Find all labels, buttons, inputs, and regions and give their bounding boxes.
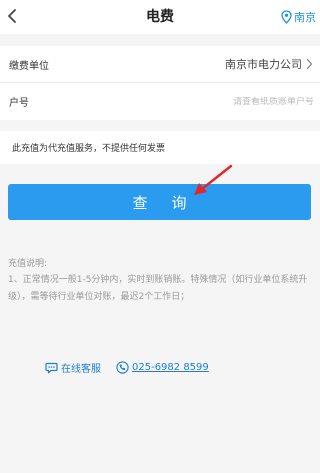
account-label: 户号 [9,98,29,109]
account-row: 户号 [0,83,320,120]
unit-label: 缴费单位 [9,60,49,72]
online-service-label: 在线客服 [61,363,101,375]
account-input[interactable] [164,96,314,107]
chevron-right-icon [306,58,313,70]
query-button[interactable]: 查询 [8,184,311,220]
phone-icon [116,360,129,374]
tips-text: 1、正常情况一般1-5分钟内，实时到账销账。特殊情况（如行业单位系统升级），需等… [8,275,308,302]
invoice-notice: 此充值为代充值服务，不提供任何发票 [0,131,320,164]
page-title: 电费 [146,9,174,25]
unit-value: 南京市电力公司 [225,58,302,71]
online-service-link[interactable]: 在线客服 [45,359,101,375]
payment-form: 缴费单位 南京市电力公司 户号 [0,46,320,120]
city-label: 南京 [294,11,316,24]
notice-text: 此充值为代充值服务，不提供任何发票 [12,144,166,154]
city-selector[interactable]: 南京 [281,9,316,25]
tips-title: 充值说明: [8,259,48,269]
location-pin-icon [281,10,292,24]
chat-bubble-icon [45,362,58,373]
phone-link[interactable]: 025-6982 8599 [116,359,209,375]
chevron-left-icon[interactable] [2,4,24,28]
phone-number: 025-6982 8599 [132,361,209,373]
unit-row[interactable]: 缴费单位 南京市电力公司 [0,46,320,83]
header-bar: 电费 南京 [0,0,320,34]
